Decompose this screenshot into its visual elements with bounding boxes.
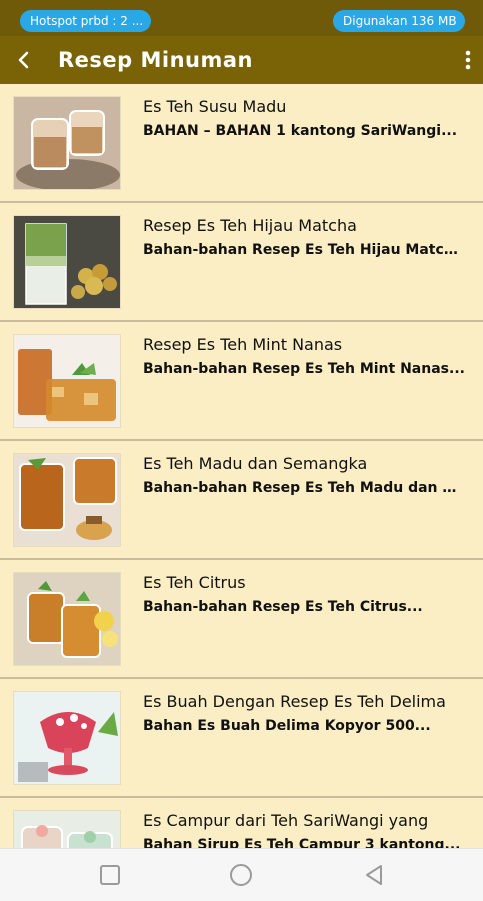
square-icon (100, 865, 120, 885)
item-description: Bahan-bahan Resep Es Teh Hijau Matcha... (143, 242, 465, 258)
item-description: Bahan Es Buah Delima Kopyor 500... (143, 718, 431, 734)
list-item[interactable]: Es Teh Madu dan Semangka Bahan-bahan Res… (0, 441, 483, 560)
list-item[interactable]: Es Teh Susu Madu BAHAN – BAHAN 1 kantong… (0, 84, 483, 203)
recipe-list[interactable]: Es Teh Susu Madu BAHAN – BAHAN 1 kantong… (0, 84, 483, 848)
nav-back-button[interactable] (362, 863, 386, 887)
recipe-thumbnail (13, 334, 121, 428)
triangle-back-icon (366, 865, 382, 885)
list-item[interactable]: Es Buah Dengan Resep Es Teh Delima Bahan… (0, 679, 483, 798)
list-item[interactable]: Es Campur dari Teh SariWangi yang Bahan … (0, 798, 483, 848)
item-description: Bahan Sirup Es Teh Campur 3 kantong... (143, 837, 461, 848)
item-title: Resep Es Teh Mint Nanas (143, 335, 343, 354)
item-title: Es Buah Dengan Resep Es Teh Delima (143, 692, 446, 711)
item-title: Resep Es Teh Hijau Matcha (143, 216, 357, 235)
item-description: BAHAN – BAHAN 1 kantong SariWangi... (143, 123, 458, 139)
recipe-thumbnail (13, 453, 121, 547)
recipe-thumbnail (13, 215, 121, 309)
item-description: Bahan-bahan Resep Es Teh Citrus... (143, 599, 423, 615)
item-title: Es Teh Susu Madu (143, 97, 287, 116)
list-item[interactable]: Es Teh Citrus Bahan-bahan Resep Es Teh C… (0, 560, 483, 679)
hotspot-indicator[interactable]: Hotspot prbd : 2 ... (20, 10, 151, 32)
more-vert-icon (465, 50, 471, 70)
page-title: Resep Minuman (58, 48, 253, 72)
item-title: Es Teh Madu dan Semangka (143, 454, 368, 473)
recipe-thumbnail (13, 96, 121, 190)
list-item[interactable]: Resep Es Teh Mint Nanas Bahan-bahan Rese… (0, 322, 483, 441)
arrow-back-icon (18, 51, 29, 69)
item-description: Bahan-bahan Resep Es Teh Mint Nanas... (143, 361, 465, 377)
overflow-menu-button[interactable] (456, 44, 480, 76)
item-title: Es Teh Citrus (143, 573, 246, 592)
item-title: Es Campur dari Teh SariWangi yang (143, 811, 429, 830)
system-nav-bar (0, 848, 483, 901)
list-item[interactable]: Resep Es Teh Hijau Matcha Bahan-bahan Re… (0, 203, 483, 322)
recipe-thumbnail (13, 572, 121, 666)
home-button[interactable] (229, 863, 253, 887)
item-description: Bahan-bahan Resep Es Teh Madu dan Semang… (143, 480, 465, 496)
back-button[interactable] (6, 42, 42, 78)
recents-button[interactable] (98, 863, 122, 887)
data-usage-indicator[interactable]: Digunakan 136 MB (333, 10, 465, 32)
recipe-thumbnail (13, 691, 121, 785)
status-bar: Hotspot prbd : 2 ... Digunakan 136 MB (0, 0, 483, 36)
recipe-thumbnail (13, 810, 121, 848)
app-bar: Resep Minuman (0, 36, 483, 84)
circle-icon (230, 864, 252, 886)
